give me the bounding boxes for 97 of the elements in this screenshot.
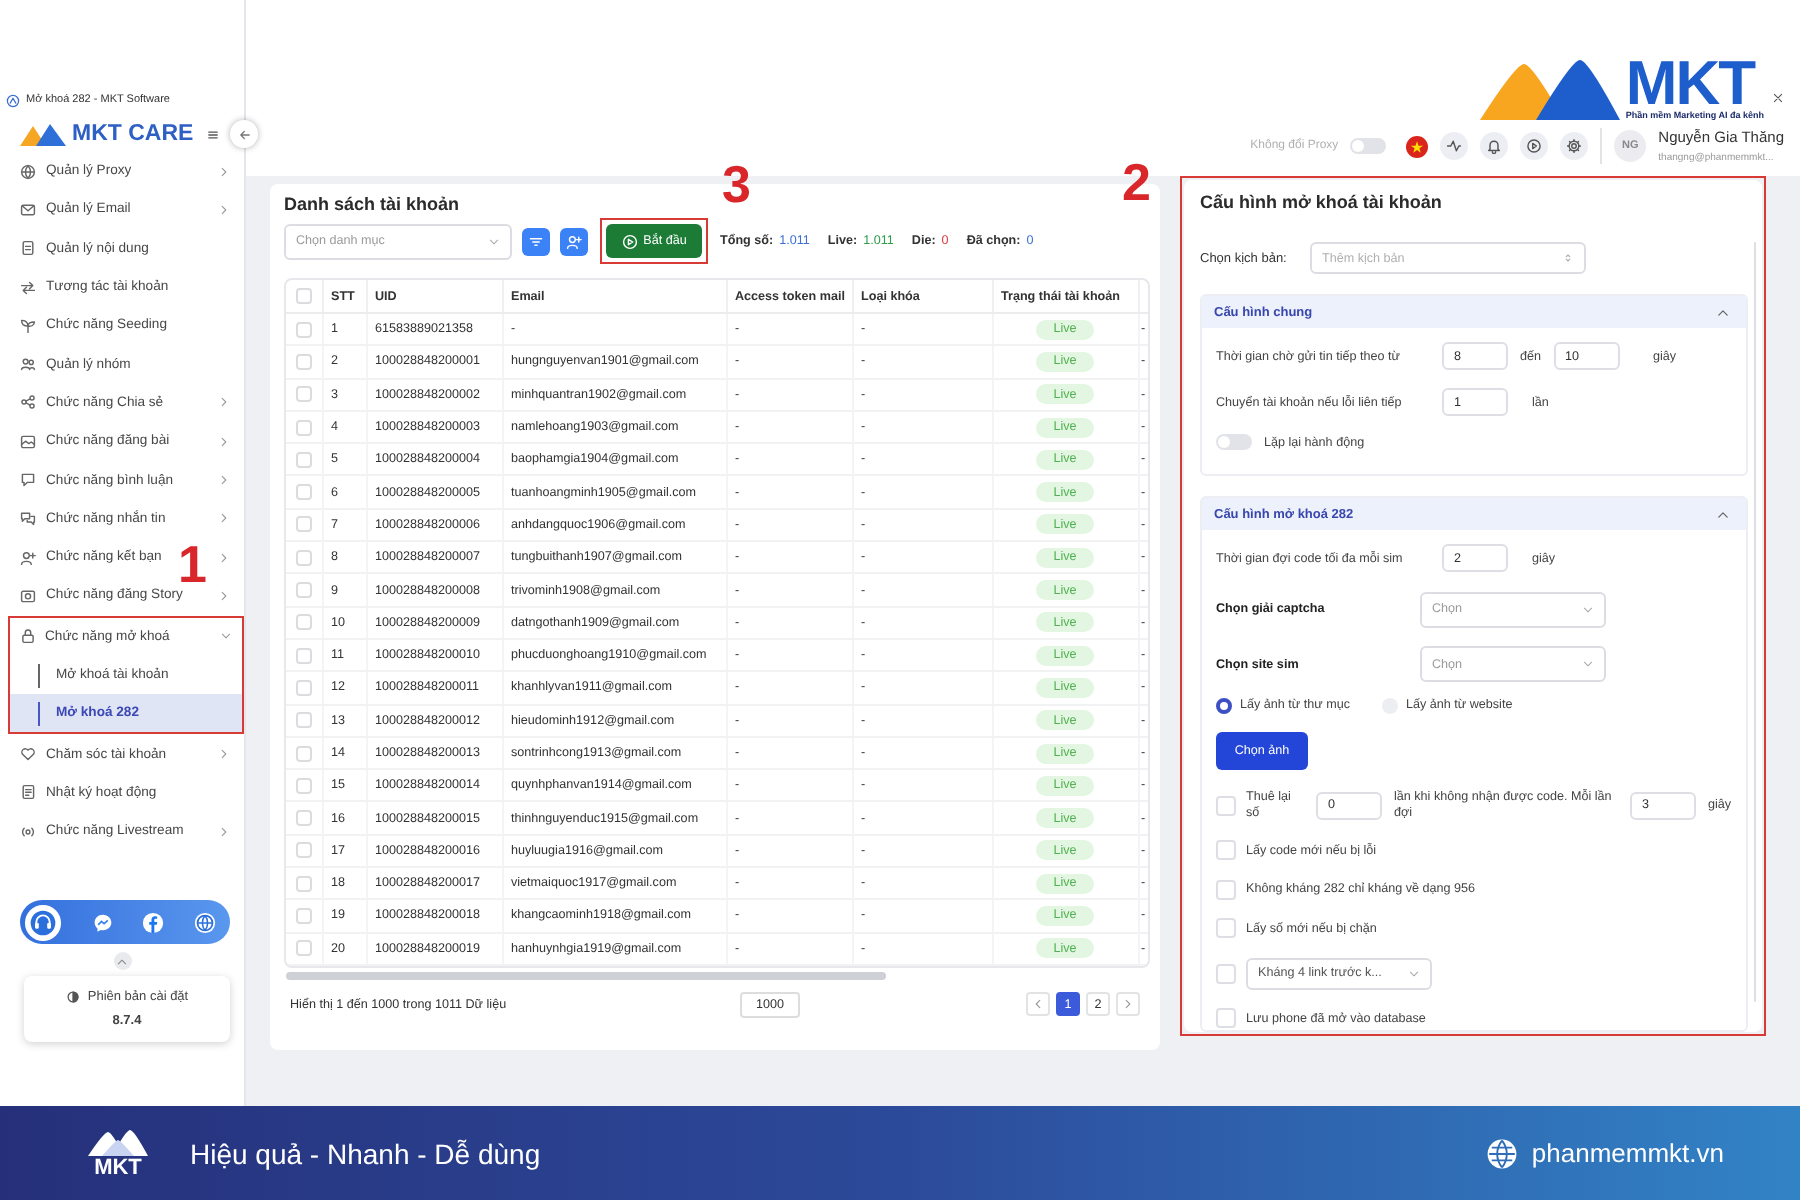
chevron-right-icon: [1122, 998, 1134, 1010]
filter-icon: [528, 233, 544, 249]
add-user-button[interactable]: [560, 227, 588, 255]
callout-number: 2: [1122, 156, 1151, 208]
row-checkbox[interactable]: [295, 745, 312, 761]
row-checkbox[interactable]: [295, 907, 312, 924]
group-icon: [20, 356, 36, 373]
filter-button[interactable]: [522, 227, 550, 255]
settings-button[interactable]: [1560, 132, 1589, 160]
heart-icon: [20, 746, 36, 763]
row-checkbox[interactable]: [295, 647, 312, 664]
activity-button[interactable]: [1440, 132, 1469, 160]
checkbox[interactable]: [1216, 879, 1236, 899]
mountain-logo-icon: [1475, 56, 1624, 122]
collapse-toggle[interactable]: [113, 952, 131, 971]
slogan: Hiệu quả - Nhanh - Dễ dùng: [190, 1137, 541, 1169]
chevron-down-icon: [488, 235, 500, 247]
row-checkbox[interactable]: [295, 940, 312, 957]
row-checkbox[interactable]: [295, 712, 312, 729]
chevron-up-icon: [116, 955, 128, 968]
toggle-switch[interactable]: [1216, 434, 1252, 450]
callout-number: 1: [178, 537, 207, 590]
row-checkbox[interactable]: [295, 679, 312, 696]
checkbox[interactable]: [1216, 840, 1236, 860]
close-icon: [1772, 92, 1784, 104]
flag-icon[interactable]: [1406, 135, 1429, 157]
broadcast-icon: [20, 823, 36, 840]
row-checkbox[interactable]: [295, 842, 312, 859]
website-link[interactable]: phanmemmkt.vn: [1531, 1138, 1724, 1168]
row-checkbox[interactable]: [295, 810, 312, 827]
mountain-logo-icon: [18, 120, 70, 148]
arrow-left-icon: [237, 127, 251, 141]
collapse-button[interactable]: [230, 120, 258, 148]
callout-number: 3: [722, 158, 751, 210]
row-checkbox[interactable]: [295, 582, 312, 599]
logo-text: MKT: [94, 1157, 142, 1179]
sprout-icon: [20, 317, 36, 334]
user-add-icon: [566, 233, 582, 249]
logo-text: MKT: [1625, 56, 1756, 110]
notifications-button[interactable]: [1480, 132, 1509, 160]
journal-icon: [20, 784, 36, 801]
next-page-button[interactable]: [1116, 992, 1140, 1016]
row-checkbox[interactable]: [295, 777, 312, 794]
messenger-icon[interactable]: [91, 911, 114, 934]
scrollbar-thumb[interactable]: [286, 971, 886, 980]
menu-icon: [206, 127, 220, 141]
chevron-down-icon: [1582, 658, 1594, 670]
support-headset-icon[interactable]: [24, 903, 62, 942]
activity-icon: [1446, 138, 1463, 154]
row-checkbox[interactable]: [295, 614, 312, 631]
row-checkbox[interactable]: [295, 321, 312, 338]
row-checkbox[interactable]: [295, 549, 312, 566]
logo-text: MKT CARE: [72, 122, 194, 146]
globe-icon: [1485, 1137, 1518, 1169]
play-icon: [1526, 138, 1543, 154]
facebook-icon[interactable]: [142, 911, 165, 934]
play-circle-icon: [621, 233, 638, 249]
bell-icon: [1486, 138, 1503, 154]
half-circle-icon: [65, 990, 80, 1005]
camera-icon: [20, 587, 36, 604]
chevron-down-icon: [1582, 603, 1594, 615]
user-add-icon: [20, 549, 36, 566]
checkbox[interactable]: [1216, 918, 1236, 938]
select-all-checkbox[interactable]: [295, 288, 312, 304]
previous-page-button[interactable]: [1026, 992, 1050, 1016]
row-checkbox[interactable]: [295, 353, 312, 370]
proxy-toggle[interactable]: [1350, 138, 1387, 154]
settings-icon: [1566, 138, 1583, 154]
chevron-down-icon: [1408, 967, 1420, 979]
play-button[interactable]: [1520, 132, 1549, 160]
panel-title: Cấu hình mở khoá tài khoản: [1200, 192, 1444, 214]
row-checkbox[interactable]: [295, 484, 312, 501]
lock-icon: [19, 628, 35, 645]
checkbox[interactable]: [1216, 795, 1236, 815]
row-checkbox[interactable]: [295, 516, 312, 533]
checkbox[interactable]: [1216, 963, 1236, 983]
chevron-left-icon: [1032, 998, 1044, 1010]
up-down-icon: [1562, 252, 1574, 264]
globe-icon[interactable]: [193, 911, 216, 934]
radio-button[interactable]: [1216, 697, 1232, 713]
mountain-logo-icon: [84, 1127, 152, 1157]
checkbox[interactable]: [1216, 1008, 1236, 1028]
row-checkbox[interactable]: [295, 386, 312, 403]
row-checkbox[interactable]: [295, 419, 312, 436]
mail-icon: [20, 201, 36, 218]
row-checkbox[interactable]: [295, 875, 312, 892]
swap-icon: [20, 279, 36, 296]
caret-circle-icon: [6, 93, 20, 107]
panel-title: Danh sách tài khoản: [284, 194, 462, 216]
row-checkbox[interactable]: [295, 451, 312, 468]
image-icon: [20, 433, 36, 450]
share-icon: [20, 394, 36, 411]
document-icon: [20, 240, 36, 257]
comment-icon: [20, 472, 36, 489]
globe-icon: [20, 163, 36, 180]
scrollbar-thumb[interactable]: [1753, 242, 1756, 1002]
chat-icon: [20, 510, 36, 527]
